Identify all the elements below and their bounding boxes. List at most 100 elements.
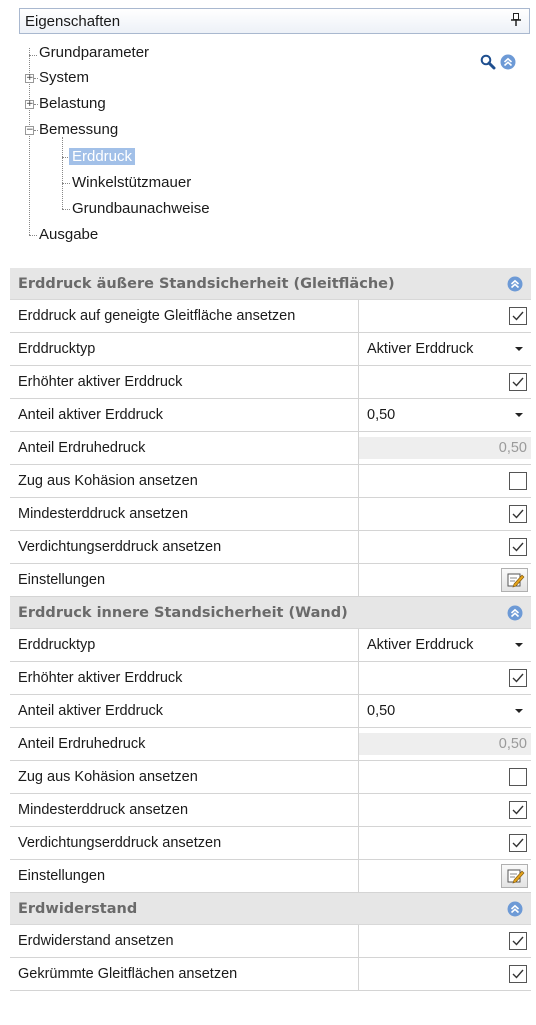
chevron-down-icon[interactable] bbox=[515, 643, 523, 647]
property-name: Erdwiderstand ansetzen bbox=[10, 925, 359, 957]
checkbox[interactable] bbox=[509, 768, 527, 786]
property-value bbox=[359, 761, 531, 793]
checkbox[interactable] bbox=[509, 965, 527, 983]
tree-item-bemessung[interactable]: Bemessung bbox=[39, 120, 118, 140]
section-header[interactable]: Erdwiderstand bbox=[10, 893, 531, 925]
collapse-up-icon[interactable] bbox=[500, 54, 516, 74]
collapse-up-icon[interactable] bbox=[507, 901, 523, 917]
property-value bbox=[359, 958, 531, 990]
collapse-up-icon[interactable] bbox=[507, 276, 523, 292]
checkbox[interactable] bbox=[509, 669, 527, 687]
readonly-value: 0,50 bbox=[359, 437, 531, 459]
property-grid: Erddruck äußere Standsicherheit (Gleitfl… bbox=[10, 268, 531, 991]
tree-item-belastung[interactable]: Belastung bbox=[39, 94, 106, 114]
dropdown-value: Aktiver Erddruck bbox=[367, 637, 474, 653]
checkbox[interactable] bbox=[509, 932, 527, 950]
edit-settings-button[interactable] bbox=[501, 864, 528, 888]
expand-belastung-icon[interactable]: + bbox=[25, 100, 34, 109]
property-name: Verdichtungserddruck ansetzen bbox=[10, 827, 359, 859]
property-value bbox=[359, 564, 531, 596]
property-name: Mindesterddruck ansetzen bbox=[10, 794, 359, 826]
property-value bbox=[359, 827, 531, 859]
property-row: Gekrümmte Gleitflächen ansetzen bbox=[10, 958, 531, 991]
property-name: Anteil aktiver Erddruck bbox=[10, 399, 359, 431]
chevron-down-icon[interactable] bbox=[515, 413, 523, 417]
property-value bbox=[359, 498, 531, 530]
property-name: Mindesterddruck ansetzen bbox=[10, 498, 359, 530]
section-title: Erddruck innere Standsicherheit (Wand) bbox=[18, 604, 348, 621]
tree-item-erddruck[interactable]: Erddruck bbox=[69, 147, 136, 167]
property-row: Erddrucktyp Aktiver Erddruck bbox=[10, 629, 531, 662]
checkbox[interactable] bbox=[509, 834, 527, 852]
property-row: Erhöhter aktiver Erddruck bbox=[10, 662, 531, 695]
property-name: Anteil Erdruhedruck bbox=[10, 728, 359, 760]
chevron-down-icon[interactable] bbox=[515, 347, 523, 351]
collapse-up-icon[interactable] bbox=[507, 605, 523, 621]
property-name: Erddrucktyp bbox=[10, 333, 359, 365]
edit-settings-button[interactable] bbox=[501, 568, 528, 592]
dropdown[interactable]: 0,50 bbox=[359, 399, 531, 431]
property-row: Anteil aktiver Erddruck 0,50 bbox=[10, 399, 531, 432]
collapse-bemessung-icon[interactable]: − bbox=[25, 126, 34, 135]
tree-item-ausgabe[interactable]: Ausgabe bbox=[39, 225, 98, 245]
checkbox[interactable] bbox=[509, 307, 527, 325]
property-name: Anteil aktiver Erddruck bbox=[10, 695, 359, 727]
property-row: Einstellungen bbox=[10, 564, 531, 597]
property-row: Anteil Erdruhedruck 0,50 bbox=[10, 728, 531, 761]
property-name: Erddruck auf geneigte Gleitfläche ansetz… bbox=[10, 300, 359, 332]
property-value bbox=[359, 465, 531, 497]
property-row: Einstellungen bbox=[10, 860, 531, 893]
property-value bbox=[359, 925, 531, 957]
property-name: Einstellungen bbox=[10, 564, 359, 596]
property-name: Verdichtungserddruck ansetzen bbox=[10, 531, 359, 563]
property-name: Zug aus Kohäsion ansetzen bbox=[10, 761, 359, 793]
property-row: Verdichtungserddruck ansetzen bbox=[10, 827, 531, 860]
search-icon[interactable] bbox=[480, 54, 496, 74]
property-name: Gekrümmte Gleitflächen ansetzen bbox=[10, 958, 359, 990]
property-row: Mindesterddruck ansetzen bbox=[10, 794, 531, 827]
property-name: Erhöhter aktiver Erddruck bbox=[10, 662, 359, 694]
property-row: Mindesterddruck ansetzen bbox=[10, 498, 531, 531]
dropdown-value: Aktiver Erddruck bbox=[367, 341, 474, 357]
property-row: Anteil Erdruhedruck 0,50 bbox=[10, 432, 531, 465]
property-value bbox=[359, 794, 531, 826]
property-row: Erhöhter aktiver Erddruck bbox=[10, 366, 531, 399]
checkbox[interactable] bbox=[509, 472, 527, 490]
property-name: Erddrucktyp bbox=[10, 629, 359, 661]
checkbox[interactable] bbox=[509, 373, 527, 391]
section-header[interactable]: Erddruck innere Standsicherheit (Wand) bbox=[10, 597, 531, 629]
tree-item-winkelstuetzmauer[interactable]: Winkelstützmauer bbox=[72, 173, 191, 193]
chevron-down-icon[interactable] bbox=[515, 709, 523, 713]
tree-item-grundparameter[interactable]: Grundparameter bbox=[39, 43, 149, 63]
property-value bbox=[359, 860, 531, 892]
property-value bbox=[359, 366, 531, 398]
dropdown-value: 0,50 bbox=[367, 703, 396, 719]
property-name: Einstellungen bbox=[10, 860, 359, 892]
property-row: Erddruck auf geneigte Gleitfläche ansetz… bbox=[10, 300, 531, 333]
readonly-value: 0,50 bbox=[359, 733, 531, 755]
dropdown[interactable]: Aktiver Erddruck bbox=[359, 333, 531, 365]
section-title: Erdwiderstand bbox=[18, 900, 138, 917]
property-value bbox=[359, 662, 531, 694]
checkbox[interactable] bbox=[509, 505, 527, 523]
property-row: Zug aus Kohäsion ansetzen bbox=[10, 761, 531, 794]
property-row: Erdwiderstand ansetzen bbox=[10, 925, 531, 958]
tree-item-grundbaunachweise[interactable]: Grundbaunachweise bbox=[72, 199, 210, 219]
property-name: Erhöhter aktiver Erddruck bbox=[10, 366, 359, 398]
checkbox[interactable] bbox=[509, 801, 527, 819]
tree-item-system[interactable]: System bbox=[39, 68, 89, 88]
dropdown[interactable]: 0,50 bbox=[359, 695, 531, 727]
property-name: Zug aus Kohäsion ansetzen bbox=[10, 465, 359, 497]
section-title: Erddruck äußere Standsicherheit (Gleitfl… bbox=[18, 275, 395, 292]
checkbox[interactable] bbox=[509, 538, 527, 556]
property-name: Anteil Erdruhedruck bbox=[10, 432, 359, 464]
property-row: Verdichtungserddruck ansetzen bbox=[10, 531, 531, 564]
property-row: Erddrucktyp Aktiver Erddruck bbox=[10, 333, 531, 366]
section-header[interactable]: Erddruck äußere Standsicherheit (Gleitfl… bbox=[10, 268, 531, 300]
navigation-tree: + + − Grundparameter System Belastung Be… bbox=[0, 0, 536, 262]
property-value bbox=[359, 300, 531, 332]
dropdown-value: 0,50 bbox=[367, 407, 396, 423]
property-row: Anteil aktiver Erddruck 0,50 bbox=[10, 695, 531, 728]
dropdown[interactable]: Aktiver Erddruck bbox=[359, 629, 531, 661]
expand-system-icon[interactable]: + bbox=[25, 74, 34, 83]
